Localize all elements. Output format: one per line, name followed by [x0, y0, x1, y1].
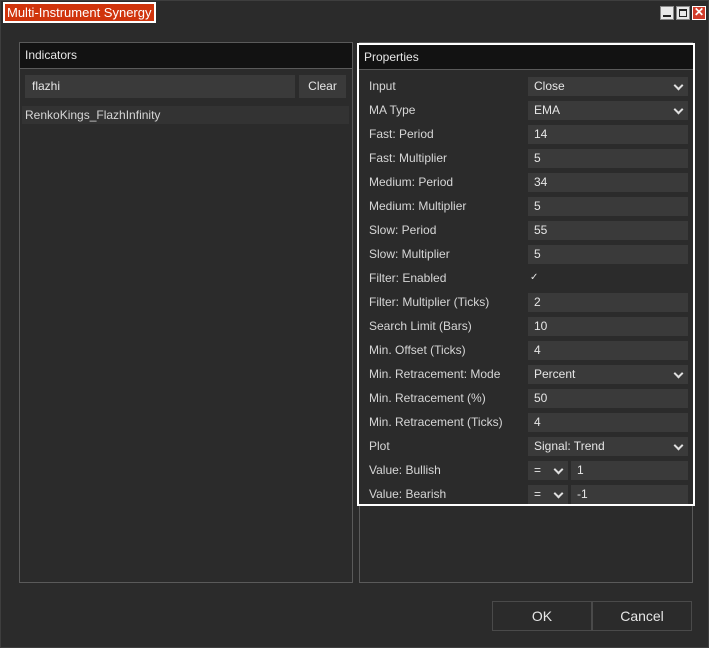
- property-row: Slow: Multiplier 5: [359, 242, 693, 266]
- property-row: Value: Bullish = 1: [359, 458, 693, 482]
- property-row: Min. Offset (Ticks) 4: [359, 338, 693, 362]
- property-label: Min. Retracement: Mode: [369, 367, 501, 381]
- property-value-input[interactable]: 10: [528, 317, 688, 336]
- property-row: Fast: Multiplier 5: [359, 146, 693, 170]
- property-label: Slow: Multiplier: [369, 247, 450, 261]
- comparison-operator-select[interactable]: =: [528, 485, 568, 504]
- property-value-select[interactable]: Close: [528, 77, 688, 96]
- property-label: Fast: Period: [369, 127, 434, 141]
- property-label: Min. Offset (Ticks): [369, 343, 466, 357]
- property-value-select[interactable]: Percent: [528, 365, 688, 384]
- property-row: Fast: Period 14: [359, 122, 693, 146]
- property-value-input[interactable]: 2: [528, 293, 688, 312]
- property-value-input[interactable]: 5: [528, 245, 688, 264]
- maximize-icon[interactable]: [676, 6, 690, 20]
- comparison-operator-select[interactable]: =: [528, 461, 568, 480]
- property-label: Search Limit (Bars): [369, 319, 472, 333]
- property-row: Plot Signal: Trend: [359, 434, 693, 458]
- indicators-panel: Indicators flazhi Clear RenkoKings_Flazh…: [19, 42, 353, 583]
- property-value-input[interactable]: 1: [571, 461, 688, 480]
- filter-enabled-checkbox[interactable]: ✓: [530, 273, 540, 283]
- property-label: Plot: [369, 439, 390, 453]
- property-label: Value: Bearish: [369, 487, 447, 501]
- cancel-button[interactable]: Cancel: [592, 601, 692, 631]
- property-value-input[interactable]: 55: [528, 221, 688, 240]
- minimize-icon[interactable]: [660, 6, 674, 20]
- property-value-input[interactable]: 4: [528, 341, 688, 360]
- window-controls: ✕: [660, 6, 706, 20]
- property-row: Min. Retracement: Mode Percent: [359, 362, 693, 386]
- property-label: Min. Retracement (Ticks): [369, 415, 503, 429]
- property-row: MA Type EMA: [359, 98, 693, 122]
- property-label: Medium: Period: [369, 175, 454, 189]
- property-value-input[interactable]: 50: [528, 389, 688, 408]
- property-value-input[interactable]: 4: [528, 413, 688, 432]
- property-row: Filter: Multiplier (Ticks) 2: [359, 290, 693, 314]
- property-label: Filter: Multiplier (Ticks): [369, 295, 490, 309]
- property-label: Input: [369, 79, 396, 93]
- property-row: Search Limit (Bars) 10: [359, 314, 693, 338]
- property-row: Medium: Period 34: [359, 170, 693, 194]
- property-value-select[interactable]: EMA: [528, 101, 688, 120]
- property-row: Filter: Enabled ✓: [359, 266, 693, 290]
- property-value-input[interactable]: 34: [528, 173, 688, 192]
- properties-panel: Properties Input Close MA Type EMA Fast: Per…: [357, 43, 695, 506]
- property-row: Min. Retracement (%) 50: [359, 386, 693, 410]
- dialog-window: Multi-Instrument Synergy ✕ Indicators fl…: [0, 0, 709, 648]
- indicator-list-item[interactable]: RenkoKings_FlazhInfinity: [22, 106, 349, 124]
- property-label: Slow: Period: [369, 223, 437, 237]
- property-value-input[interactable]: -1: [571, 485, 688, 504]
- indicator-search-input[interactable]: flazhi: [25, 75, 295, 98]
- property-label: Min. Retracement (%): [369, 391, 486, 405]
- indicators-header: Indicators: [20, 43, 352, 69]
- property-label: Value: Bullish: [369, 463, 441, 477]
- clear-button[interactable]: Clear: [299, 75, 346, 98]
- close-icon[interactable]: ✕: [692, 6, 706, 20]
- properties-header: Properties: [359, 45, 693, 70]
- title-bar[interactable]: Multi-Instrument Synergy ✕: [1, 1, 708, 27]
- property-row: Slow: Period 55: [359, 218, 693, 242]
- property-label: Filter: Enabled: [369, 271, 447, 285]
- property-value-select[interactable]: Signal: Trend: [528, 437, 688, 456]
- property-label: MA Type: [369, 103, 416, 117]
- property-row: Value: Bearish = -1: [359, 482, 693, 506]
- property-label: Medium: Multiplier: [369, 199, 467, 213]
- property-value-input[interactable]: 14: [528, 125, 688, 144]
- property-value-input[interactable]: 5: [528, 197, 688, 216]
- property-label: Fast: Multiplier: [369, 151, 448, 165]
- property-row: Medium: Multiplier 5: [359, 194, 693, 218]
- property-row: Input Close: [359, 74, 693, 98]
- property-value-input[interactable]: 5: [528, 149, 688, 168]
- ok-button[interactable]: OK: [492, 601, 592, 631]
- property-row: Min. Retracement (Ticks) 4: [359, 410, 693, 434]
- window-title: Multi-Instrument Synergy: [3, 2, 156, 23]
